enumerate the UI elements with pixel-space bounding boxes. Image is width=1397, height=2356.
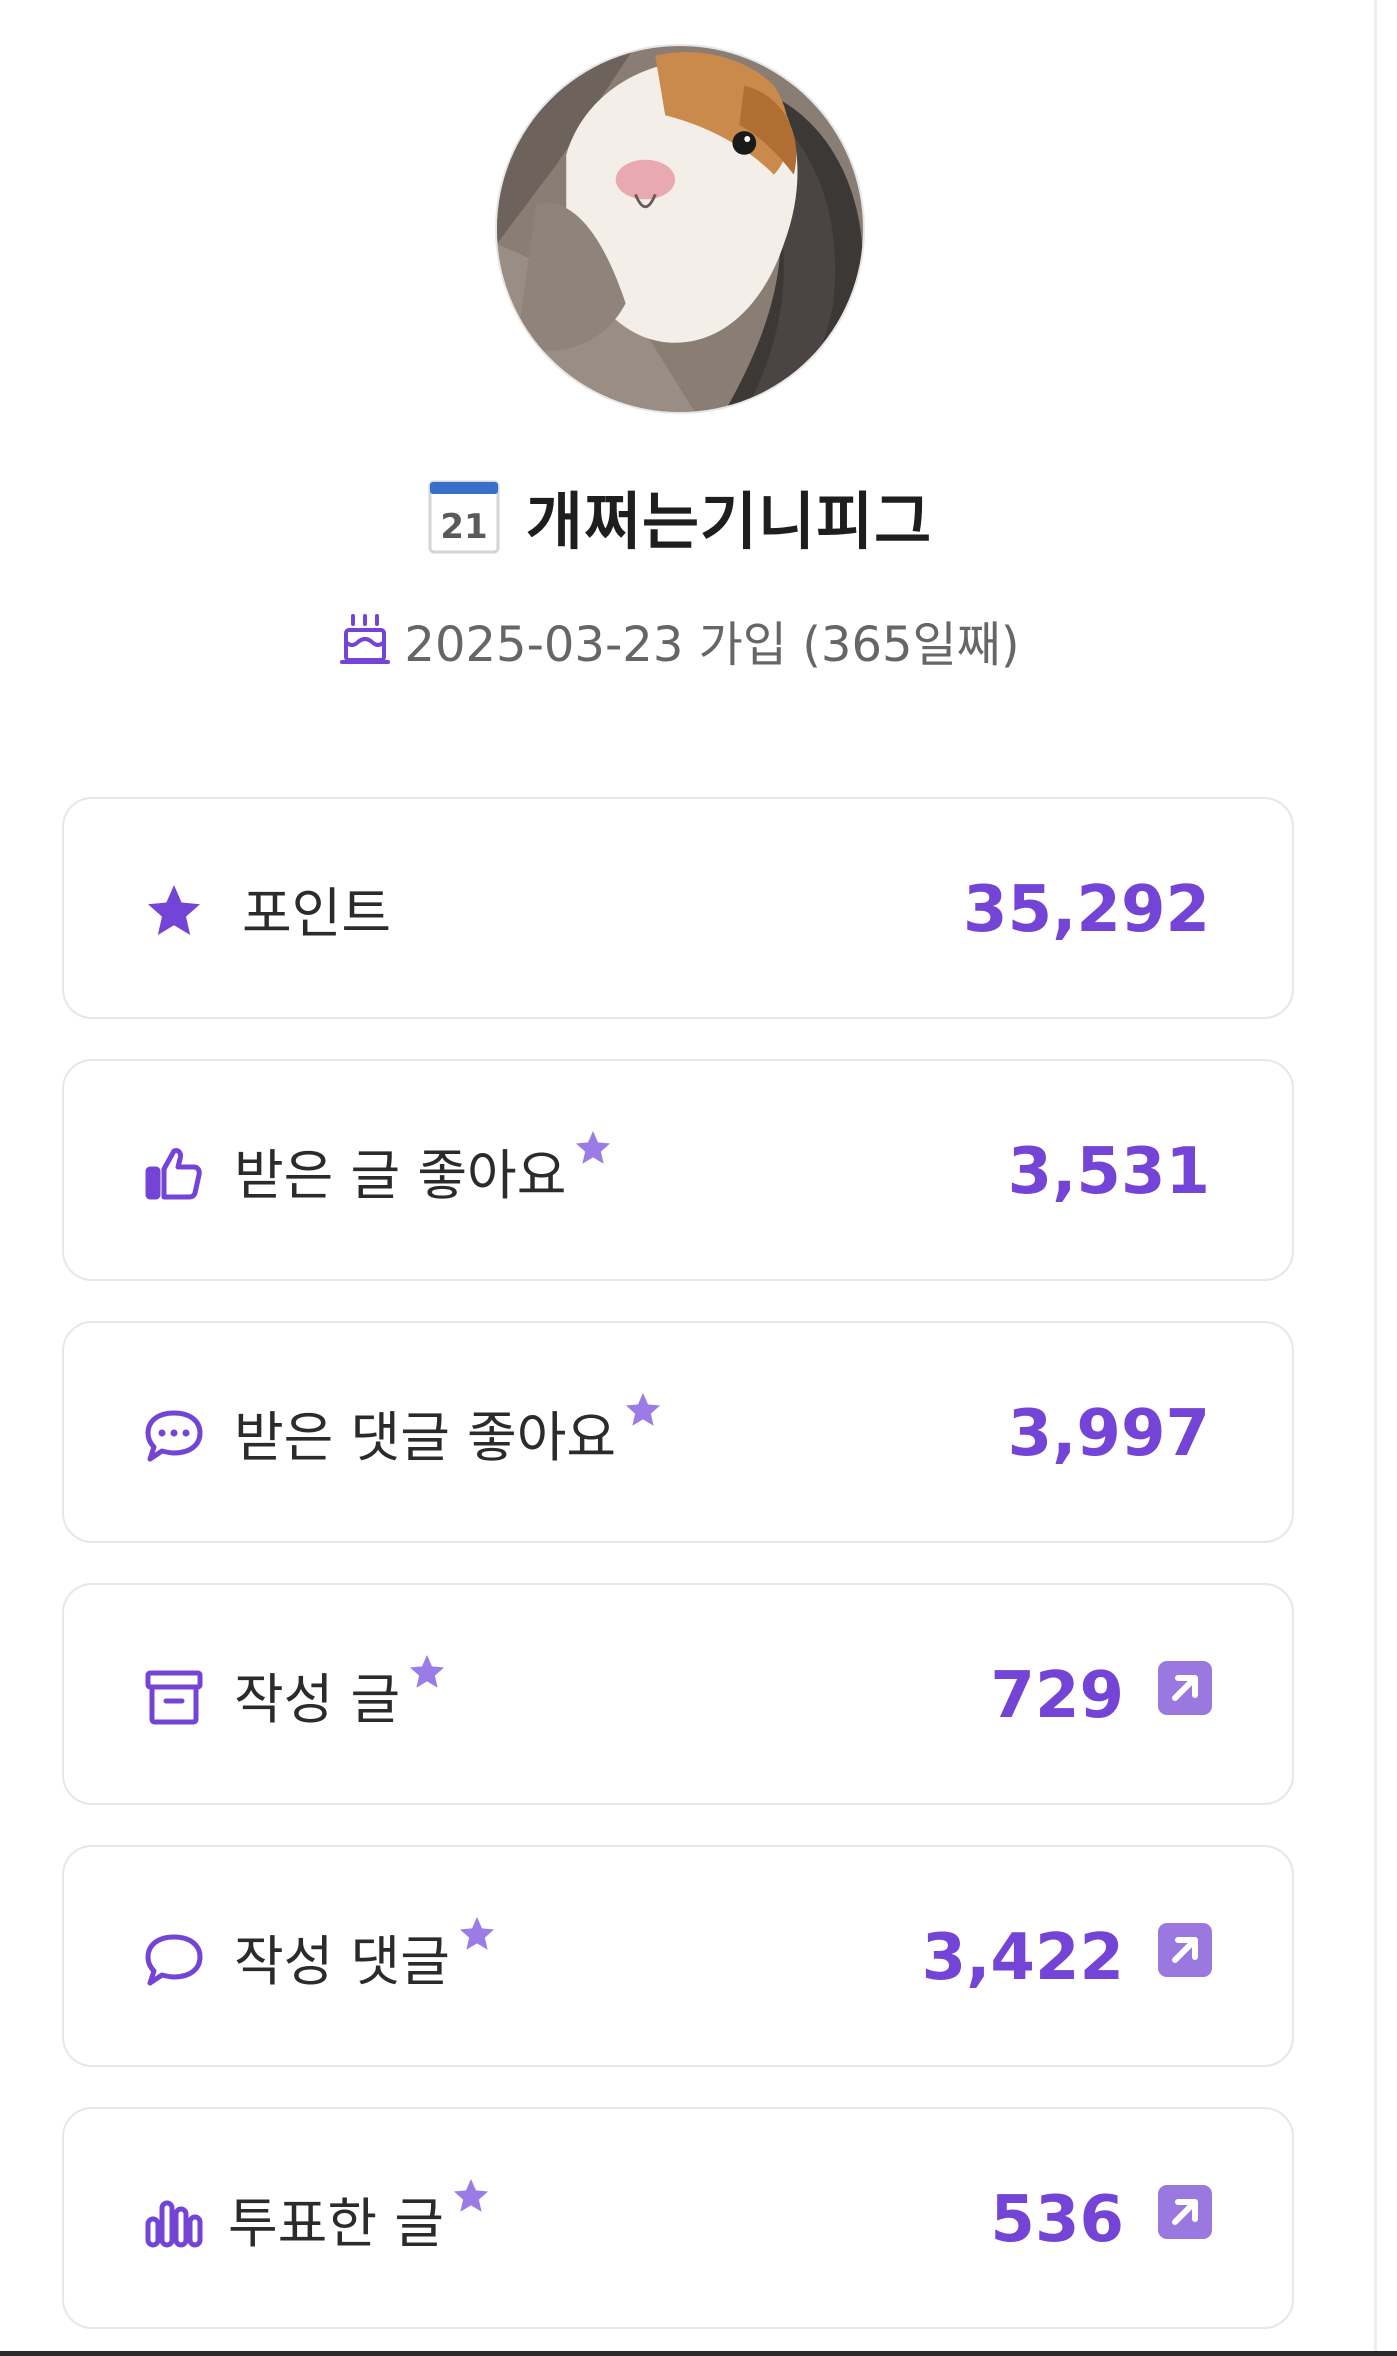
chat-dots-icon xyxy=(142,1403,206,1467)
profile-avatar[interactable] xyxy=(495,44,865,414)
open-link-icon[interactable] xyxy=(1158,1923,1212,1977)
stat-label: 받은 글 좋아요 xyxy=(234,1130,614,1210)
join-date-text: 2025-03-23 가입 (365일째) xyxy=(404,617,1020,673)
archive-icon xyxy=(142,1665,206,1729)
bottom-edge-bar xyxy=(0,2351,1397,2356)
stat-value: 729 xyxy=(990,1659,1124,1733)
stat-card-received-post-likes: 받은 글 좋아요 3,531 xyxy=(62,1059,1294,1281)
star-badge-icon xyxy=(450,2175,492,2217)
stat-label: 받은 댓글 좋아요 xyxy=(234,1392,664,1472)
stat-value: 3,997 xyxy=(1007,1397,1210,1471)
profile-nickname: 개쩌는기니피그 xyxy=(525,485,933,558)
stat-label: 포인트 xyxy=(242,882,392,945)
stat-card-points: 포인트 35,292 xyxy=(62,797,1294,1019)
profile-name-row: 21 개쩌는기니피그 xyxy=(0,474,1360,558)
join-date-row: 2025-03-23 가입 (365일째) xyxy=(0,604,1360,676)
stat-card-written-posts[interactable]: 작성 글 729 xyxy=(62,1583,1294,1805)
stat-card-voted-posts[interactable]: 투표한 글 536 xyxy=(62,2107,1294,2329)
stat-value: 536 xyxy=(990,2183,1124,2257)
cake-icon xyxy=(340,612,391,668)
bar-chart-icon xyxy=(142,2189,206,2253)
calendar-icon: 21 xyxy=(428,478,500,554)
star-badge-icon xyxy=(622,1389,664,1431)
guinea-pig-photo xyxy=(497,46,863,412)
star-badge-icon xyxy=(456,1913,498,1955)
calendar-badge-number: 21 xyxy=(440,507,487,547)
stat-value: 3,422 xyxy=(921,1921,1124,1995)
stat-label: 투표한 글 xyxy=(228,2178,492,2258)
thumbs-up-icon xyxy=(142,1141,206,1205)
stat-value: 3,531 xyxy=(1007,1135,1210,1209)
star-icon xyxy=(142,879,206,943)
star-badge-icon xyxy=(572,1127,614,1169)
chat-bubble-icon xyxy=(142,1927,206,1991)
stat-card-written-comments[interactable]: 작성 댓글 3,422 xyxy=(62,1845,1294,2067)
stat-label: 작성 글 xyxy=(234,1654,448,1734)
star-badge-icon xyxy=(406,1651,448,1693)
open-link-icon[interactable] xyxy=(1158,1661,1212,1715)
stat-value: 35,292 xyxy=(963,873,1210,947)
open-link-icon[interactable] xyxy=(1158,2185,1212,2239)
page-right-border xyxy=(1374,0,1377,2356)
stat-card-received-comment-likes: 받은 댓글 좋아요 3,997 xyxy=(62,1321,1294,1543)
stat-label: 작성 댓글 xyxy=(234,1916,498,1996)
